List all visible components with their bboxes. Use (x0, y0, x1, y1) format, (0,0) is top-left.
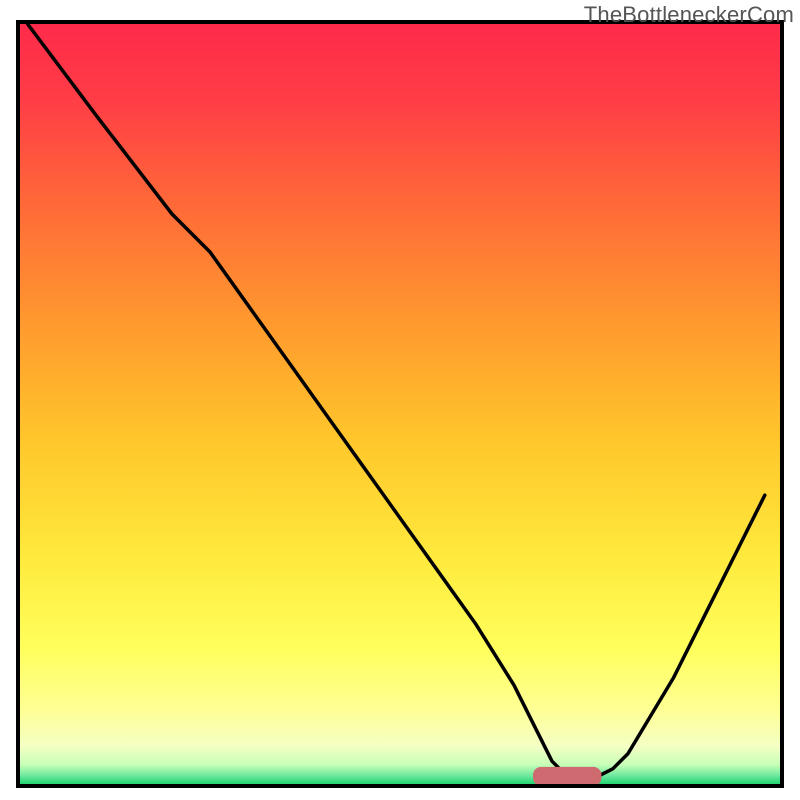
chart-container: TheBottleneckerCom (0, 0, 800, 800)
optimum-marker (533, 767, 601, 786)
watermark-label: TheBottleneckerCom (584, 2, 794, 28)
chart-svg (0, 0, 800, 800)
chart-background-gradient (20, 24, 780, 784)
